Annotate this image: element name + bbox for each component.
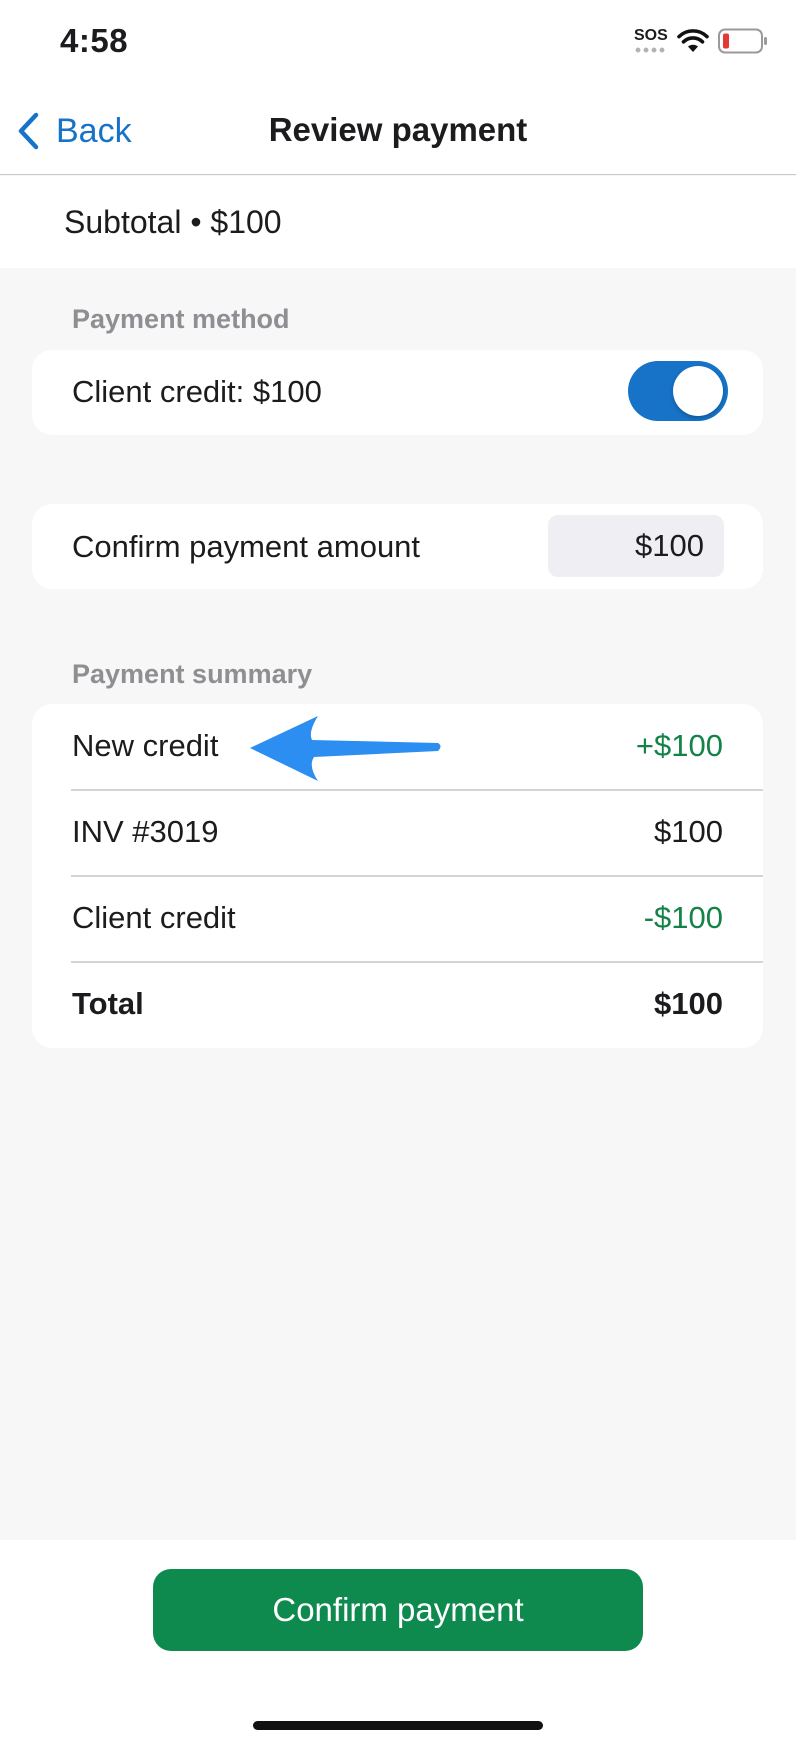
row-divider [71, 961, 763, 963]
summary-row-label: Client credit [72, 900, 236, 935]
payment-method-heading: Payment method [72, 304, 290, 334]
battery-icon [718, 28, 767, 54]
summary-row-value: +$100 [635, 728, 723, 763]
subtotal-text: Subtotal • $100 [64, 204, 282, 240]
page-title: Review payment [268, 111, 528, 148]
blue-arrow-icon [250, 716, 441, 781]
row-divider [71, 875, 763, 877]
row-divider [71, 789, 763, 791]
payment-summary-heading: Payment summary [72, 659, 313, 689]
wifi-icon [677, 29, 709, 52]
client-credit-label: Client credit: $100 [72, 374, 322, 409]
total-label: Total [72, 986, 144, 1021]
confirm-amount-label: Confirm payment amount [72, 529, 421, 564]
sos-indicator: SOS [634, 27, 668, 44]
total-value: $100 [654, 986, 723, 1021]
summary-row-label: New credit [72, 728, 219, 763]
payment-amount-input[interactable] [548, 515, 724, 577]
toggle-knob [673, 366, 723, 416]
summary-row-value: -$100 [643, 900, 723, 935]
home-indicator [253, 1721, 543, 1730]
client-credit-toggle[interactable] [628, 361, 728, 421]
confirm-payment-button[interactable]: Confirm payment [153, 1569, 643, 1651]
summary-row-label: INV #3019 [72, 814, 219, 849]
signal-dots-icon [634, 47, 666, 53]
summary-row-value: $100 [654, 814, 723, 849]
status-time: 4:58 [60, 22, 129, 59]
